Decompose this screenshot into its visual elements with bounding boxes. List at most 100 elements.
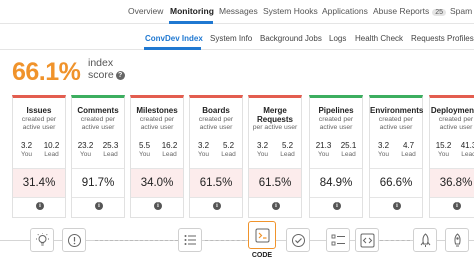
you-value: 3.2 bbox=[197, 141, 210, 150]
you-value: 23.2 bbox=[77, 141, 94, 150]
info-icon[interactable]: i bbox=[36, 202, 44, 210]
card-percent: 66.6% bbox=[379, 177, 413, 189]
info-icon[interactable]: i bbox=[393, 202, 401, 210]
subnav-logs[interactable]: Logs bbox=[329, 34, 346, 43]
card-you-value: 3.2 You bbox=[13, 141, 40, 158]
stage-review[interactable] bbox=[286, 228, 310, 252]
metric-card-comments[interactable]: Comments created per active user 23.2 You 25… bbox=[71, 95, 125, 218]
card-title: Comments bbox=[77, 106, 119, 115]
card-lead-value: 10.2 Lead bbox=[38, 141, 65, 158]
card-lead-value: 5.2 Lead bbox=[215, 141, 242, 158]
review-icon bbox=[292, 234, 305, 247]
code-icon bbox=[255, 228, 270, 243]
metric-card-milestones[interactable]: Milestones created per active user 5.5 You 1… bbox=[130, 95, 184, 218]
subnav-health-check[interactable]: Health Check bbox=[355, 34, 403, 43]
stage-connector bbox=[205, 240, 245, 241]
card-description: per active user bbox=[252, 124, 298, 131]
subnav-system-info[interactable]: System Info bbox=[210, 34, 252, 43]
metric-card-pipelines[interactable]: Pipelines created per active user 21.3 You 2… bbox=[309, 95, 363, 218]
subnav-convdev-index[interactable]: ConvDev Index bbox=[145, 34, 203, 43]
lead-label: Lead bbox=[162, 151, 177, 158]
you-label: You bbox=[378, 151, 389, 158]
you-label: You bbox=[80, 151, 91, 158]
card-title: Issues bbox=[26, 106, 52, 115]
card-lead-value: 25.1 Lead bbox=[335, 141, 362, 158]
info-icon[interactable]: i bbox=[453, 202, 461, 210]
info-icon[interactable]: i bbox=[95, 202, 103, 210]
stage-code[interactable]: CODE bbox=[248, 221, 276, 265]
you-label: You bbox=[438, 151, 449, 158]
card-description: created per active user bbox=[80, 116, 116, 131]
sub-nav: ConvDev Index System Info Background Job… bbox=[0, 26, 474, 50]
card-title: Milestones bbox=[136, 106, 178, 115]
nav-overview[interactable]: Overview bbox=[128, 6, 163, 16]
card-you-value: 21.3 You bbox=[310, 141, 337, 158]
active-tab-indicator bbox=[169, 21, 213, 24]
metric-card-merge-requests[interactable]: Merge Requests per active user 3.2 You 5.2 Le… bbox=[248, 95, 302, 218]
card-percent: 61.5% bbox=[258, 177, 292, 189]
index-score-label-line2: score bbox=[88, 69, 114, 81]
you-value: 3.2 bbox=[377, 141, 390, 150]
info-icon[interactable]: i bbox=[333, 202, 341, 210]
lead-label: Lead bbox=[103, 151, 118, 158]
stage-plan-list[interactable] bbox=[178, 228, 202, 252]
nav-monitoring[interactable]: Monitoring bbox=[170, 6, 214, 16]
you-value: 3.2 bbox=[20, 141, 33, 150]
lead-value: 41.3 bbox=[460, 141, 474, 150]
plan-list-icon bbox=[184, 235, 196, 245]
nav-system-hooks[interactable]: System Hooks bbox=[263, 6, 318, 16]
card-you-value: 5.5 You bbox=[131, 141, 158, 158]
info-icon[interactable]: i bbox=[213, 202, 221, 210]
release-rocket-icon bbox=[420, 233, 431, 247]
lead-label: Lead bbox=[401, 151, 416, 158]
you-label: You bbox=[139, 151, 150, 158]
card-title: Merge Requests bbox=[256, 106, 293, 124]
index-score-value: 66.1% bbox=[12, 58, 81, 86]
card-percent: 34.0% bbox=[140, 177, 174, 189]
info-icon[interactable]: i bbox=[272, 202, 280, 210]
issue-icon bbox=[68, 234, 81, 247]
lead-label: Lead bbox=[44, 151, 59, 158]
code-stage-label: CODE bbox=[251, 252, 273, 259]
subnav-requests-profiles[interactable]: Requests Profiles bbox=[411, 34, 474, 43]
stage-idea-lightbulb[interactable] bbox=[30, 228, 54, 252]
nav-abuse-reports[interactable]: Abuse Reports 25 bbox=[373, 6, 447, 16]
subnav-background-jobs[interactable]: Background Jobs bbox=[260, 34, 322, 43]
stage-test-list[interactable] bbox=[326, 228, 350, 252]
lead-value: 5.2 bbox=[281, 141, 294, 150]
nav-abuse-reports-label: Abuse Reports bbox=[373, 6, 430, 16]
index-score-label: index score? bbox=[88, 57, 125, 81]
you-label: You bbox=[257, 151, 268, 158]
lead-value: 25.3 bbox=[102, 141, 119, 150]
card-percent-area: 61.5% bbox=[190, 168, 242, 198]
stage-build-code[interactable] bbox=[355, 228, 379, 252]
metric-card-boards[interactable]: Boards created per active user 3.2 You 5.2 Le… bbox=[189, 95, 243, 218]
lead-value: 10.2 bbox=[43, 141, 60, 150]
card-you-value: 15.2 You bbox=[430, 141, 457, 158]
metric-card-environments[interactable]: Environments created per active user 3.2 Yo… bbox=[369, 95, 423, 218]
card-lead-value: 16.2 Lead bbox=[156, 141, 183, 158]
nav-spam-logs[interactable]: Spam L bbox=[450, 6, 474, 16]
info-icon[interactable]: i bbox=[154, 202, 162, 210]
active-subtab-indicator bbox=[144, 47, 201, 50]
you-value: 3.2 bbox=[256, 141, 269, 150]
metric-card-deployments[interactable]: Deploymentscreated per active user 15.2Yo… bbox=[429, 95, 474, 218]
card-lead-value: 5.2 Lead bbox=[274, 141, 301, 158]
code-stage-box bbox=[248, 221, 276, 249]
stage-deploy-rocket[interactable] bbox=[445, 228, 469, 252]
nav-applications[interactable]: Applications bbox=[322, 6, 368, 16]
question-circle-icon[interactable]: ? bbox=[115, 71, 125, 80]
you-label: You bbox=[21, 151, 32, 158]
deploy-rocket-icon bbox=[454, 233, 461, 247]
card-you-value: 3.2 You bbox=[190, 141, 217, 158]
stage-release-rocket[interactable] bbox=[413, 228, 437, 252]
nav-messages[interactable]: Messages bbox=[219, 6, 258, 16]
card-percent-area: 31.4% bbox=[13, 168, 65, 198]
you-value: 15.2 bbox=[435, 141, 452, 150]
card-percent-area: 36.8% bbox=[430, 168, 474, 198]
stage-connector bbox=[95, 240, 178, 241]
metric-card-issues[interactable]: Issues created per active user 3.2 You 10.2 L… bbox=[12, 95, 66, 218]
build-code-icon bbox=[360, 233, 375, 248]
stage-issue[interactable] bbox=[62, 228, 86, 252]
you-label: You bbox=[198, 151, 209, 158]
